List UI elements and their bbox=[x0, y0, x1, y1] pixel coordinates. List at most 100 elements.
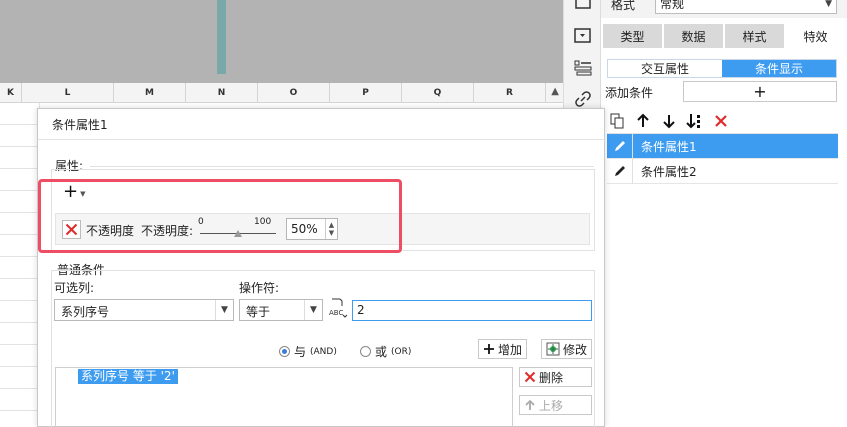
arrow-down-icon[interactable] bbox=[659, 111, 679, 131]
edit-icon bbox=[607, 133, 633, 159]
radio-or-label: 或 bbox=[375, 345, 388, 359]
link-icon[interactable] bbox=[573, 89, 593, 109]
column-select-value: 系列序号 bbox=[61, 305, 110, 319]
scroll-up-icon[interactable]: ▲ bbox=[551, 86, 559, 97]
divider bbox=[38, 139, 606, 140]
grid-row[interactable] bbox=[0, 103, 40, 125]
dialog-title: 条件属性1 bbox=[52, 118, 108, 132]
arrow-up-icon bbox=[525, 399, 535, 410]
radio-dot[interactable] bbox=[279, 346, 290, 357]
delete-button-label: 删除 bbox=[539, 370, 564, 385]
tab-effects[interactable]: 特效 bbox=[786, 24, 847, 48]
add-button-label: 增加 bbox=[498, 342, 523, 357]
add-condition-label: 添加条件 bbox=[605, 86, 654, 100]
radio-or[interactable]: 或 (OR) bbox=[360, 343, 411, 360]
condition-expression-list: 系列序号 等于 '2' bbox=[55, 367, 513, 427]
chevron-down-icon: ▼ bbox=[825, 0, 832, 9]
radio-or-sub: (OR) bbox=[391, 346, 412, 357]
app-window: K L M N O P Q R ▲ 格式 常规 ▼ 类型 数据 样式 特效 交互… bbox=[0, 0, 847, 427]
condition-item-label: 条件属性1 bbox=[641, 139, 697, 154]
delete-icon bbox=[524, 371, 536, 383]
modify-button-label: 修改 bbox=[563, 342, 588, 357]
delete-condition-icon[interactable] bbox=[711, 111, 731, 131]
value-type-icon[interactable]: ABC bbox=[327, 297, 349, 319]
add-condition-button[interactable]: + bbox=[683, 81, 837, 102]
tab-data[interactable]: 数据 bbox=[664, 24, 725, 48]
list-item[interactable]: 条件属性2 bbox=[607, 158, 838, 184]
col-header-n[interactable]: N bbox=[186, 83, 258, 103]
copy-icon[interactable] bbox=[607, 111, 627, 131]
chevron-down-icon: ▼ bbox=[304, 300, 322, 320]
grid-row[interactable] bbox=[0, 389, 40, 411]
operator-label: 操作符: bbox=[239, 281, 280, 295]
col-header-o[interactable]: O bbox=[258, 83, 330, 103]
condition-toolbar bbox=[607, 110, 731, 132]
arrow-up-icon[interactable] bbox=[633, 111, 653, 131]
radio-and-label: 与 bbox=[294, 345, 307, 359]
grid-row[interactable] bbox=[0, 345, 40, 367]
condition-value: 2 bbox=[357, 303, 365, 317]
list-item[interactable]: 系列序号 等于 '2' bbox=[78, 369, 178, 384]
panel-tabs: 类型 数据 样式 特效 bbox=[603, 24, 847, 48]
format-label: 格式 bbox=[611, 0, 636, 12]
subtab-condition-display[interactable]: 条件显示 bbox=[722, 60, 836, 77]
highlight-annotation bbox=[38, 179, 402, 253]
col-header-m[interactable]: M bbox=[114, 83, 186, 103]
grid-row[interactable] bbox=[0, 367, 40, 389]
column-header-row: K L M N O P Q R ▲ bbox=[0, 83, 563, 103]
canvas-gap bbox=[0, 74, 563, 83]
condition-list: 条件属性1 条件属性2 bbox=[607, 133, 838, 187]
divider bbox=[90, 166, 594, 167]
tab-style[interactable]: 样式 bbox=[725, 24, 786, 48]
grid-row[interactable] bbox=[0, 191, 40, 213]
condition-item-label: 条件属性2 bbox=[641, 164, 697, 179]
list-item[interactable]: 条件属性1 bbox=[607, 133, 838, 159]
float-element-icon[interactable] bbox=[573, 26, 593, 46]
col-header-k[interactable]: K bbox=[0, 83, 22, 103]
grid-row[interactable] bbox=[0, 169, 40, 191]
col-header-l[interactable]: L bbox=[22, 83, 114, 103]
condition-attribute-dialog: 条件属性1 属性: + ▼ 不透明度 不透明度: 0 100 50% ▲ ▼ 普… bbox=[37, 108, 606, 427]
move-up-button[interactable]: 上移 bbox=[519, 395, 592, 415]
grid-row[interactable] bbox=[0, 301, 40, 323]
edit-icon bbox=[607, 158, 633, 184]
modify-button[interactable]: 修改 bbox=[541, 339, 593, 359]
plus-icon bbox=[484, 344, 494, 354]
radio-and[interactable]: 与 (AND) bbox=[279, 343, 337, 360]
chart-bar bbox=[217, 0, 226, 74]
move-bottom-icon[interactable] bbox=[685, 111, 705, 131]
tab-type[interactable]: 类型 bbox=[603, 24, 664, 48]
radio-dot[interactable] bbox=[360, 346, 371, 357]
effect-subtabs: 交互属性 条件显示 bbox=[607, 59, 837, 78]
widget-settings-icon[interactable] bbox=[573, 58, 593, 78]
operator-select[interactable]: 等于 ▼ bbox=[239, 299, 323, 321]
operator-select-value: 等于 bbox=[246, 305, 271, 319]
add-condition-rule-button[interactable]: 增加 bbox=[478, 339, 528, 359]
format-select[interactable]: 常规 ▼ bbox=[655, 0, 837, 14]
svg-text:ABC: ABC bbox=[329, 309, 343, 317]
col-header-r[interactable]: R bbox=[474, 83, 546, 103]
format-select-value: 常规 bbox=[660, 0, 685, 11]
grid-row[interactable] bbox=[0, 147, 40, 169]
grid-row[interactable] bbox=[0, 323, 40, 345]
move-up-button-label: 上移 bbox=[539, 398, 564, 413]
format-row: 格式 常规 ▼ bbox=[601, 0, 847, 18]
grid-rows bbox=[0, 103, 40, 427]
grid-row[interactable] bbox=[0, 235, 40, 257]
grid-row[interactable] bbox=[0, 213, 40, 235]
col-header-p[interactable]: P bbox=[330, 83, 402, 103]
selectable-columns-label: 可选列: bbox=[54, 281, 95, 295]
condition-value-input[interactable]: 2 bbox=[352, 300, 592, 321]
chart-canvas bbox=[0, 0, 563, 74]
radio-and-sub: (AND) bbox=[310, 346, 337, 357]
column-select[interactable]: 系列序号 ▼ bbox=[54, 299, 234, 321]
delete-button[interactable]: 删除 bbox=[519, 367, 592, 387]
grid-row[interactable] bbox=[0, 257, 40, 279]
grid-row[interactable] bbox=[0, 279, 40, 301]
chevron-down-icon: ▼ bbox=[215, 300, 233, 320]
properties-panel: 格式 常规 ▼ 类型 数据 样式 特效 交互属性 条件显示 添加条件 + 条件属… bbox=[601, 0, 847, 427]
col-header-q[interactable]: Q bbox=[402, 83, 474, 103]
subtab-interaction[interactable]: 交互属性 bbox=[608, 60, 722, 77]
cell-element-icon[interactable] bbox=[573, 0, 593, 14]
grid-row[interactable] bbox=[0, 125, 40, 147]
